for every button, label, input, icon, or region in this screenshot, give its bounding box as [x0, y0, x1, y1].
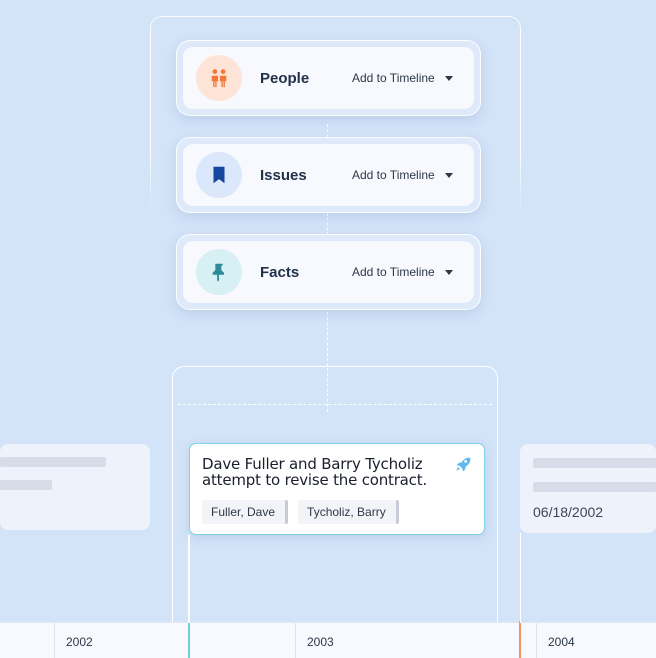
bookmark-icon [196, 152, 242, 198]
year-label: 2002 [66, 635, 93, 649]
category-label: Facts [260, 263, 300, 281]
placeholder-bar [0, 457, 106, 467]
placeholder-event-card[interactable]: 06/18/2002 [520, 444, 656, 533]
person-tag[interactable]: Tycholiz, Barry [298, 500, 399, 524]
category-label: Issues [260, 166, 307, 184]
connector-line [178, 404, 492, 405]
placeholder-bar [533, 482, 656, 492]
caret-down-icon [444, 75, 453, 81]
timeline-axis[interactable]: 2002 2003 2004 [0, 618, 656, 658]
category-card-facts: Facts Add to Timeline [176, 234, 481, 310]
event-card[interactable]: Dave Fuller and Barry Tycholiz attempt t… [189, 443, 485, 535]
dropdown-label: Add to Timeline [352, 168, 435, 182]
pin-icon [196, 249, 242, 295]
caret-down-icon [444, 172, 453, 178]
dropdown-label: Add to Timeline [352, 265, 435, 279]
caret-down-icon [444, 269, 453, 275]
dropdown-label: Add to Timeline [352, 71, 435, 85]
people-tags: Fuller, Dave Tycholiz, Barry [202, 500, 472, 524]
add-to-timeline-dropdown[interactable]: Add to Timeline [352, 265, 453, 279]
category-card-issues: Issues Add to Timeline [176, 137, 481, 213]
category-card-people: People Add to Timeline [176, 40, 481, 116]
event-title: Dave Fuller and Barry Tycholiz attempt t… [202, 455, 427, 489]
connector-line [327, 124, 328, 138]
year-divider [54, 623, 55, 658]
placeholder-bar [0, 480, 52, 490]
connector-line [327, 213, 328, 235]
event-stem [520, 533, 521, 623]
rocket-icon [456, 457, 471, 472]
year-divider [536, 623, 537, 658]
people-icon [196, 55, 242, 101]
event-date: 06/18/2002 [533, 504, 604, 520]
year-label: 2003 [307, 635, 334, 649]
year-label: 2004 [548, 635, 575, 649]
event-marker [188, 618, 190, 658]
add-to-timeline-dropdown[interactable]: Add to Timeline [352, 168, 453, 182]
placeholder-event-card[interactable] [0, 444, 150, 530]
year-divider [295, 623, 296, 658]
placeholder-bar [533, 458, 656, 468]
category-label: People [260, 69, 310, 87]
event-stem [188, 535, 190, 623]
person-tag[interactable]: Fuller, Dave [202, 500, 289, 524]
add-to-timeline-dropdown[interactable]: Add to Timeline [352, 71, 453, 85]
event-marker [519, 621, 521, 658]
